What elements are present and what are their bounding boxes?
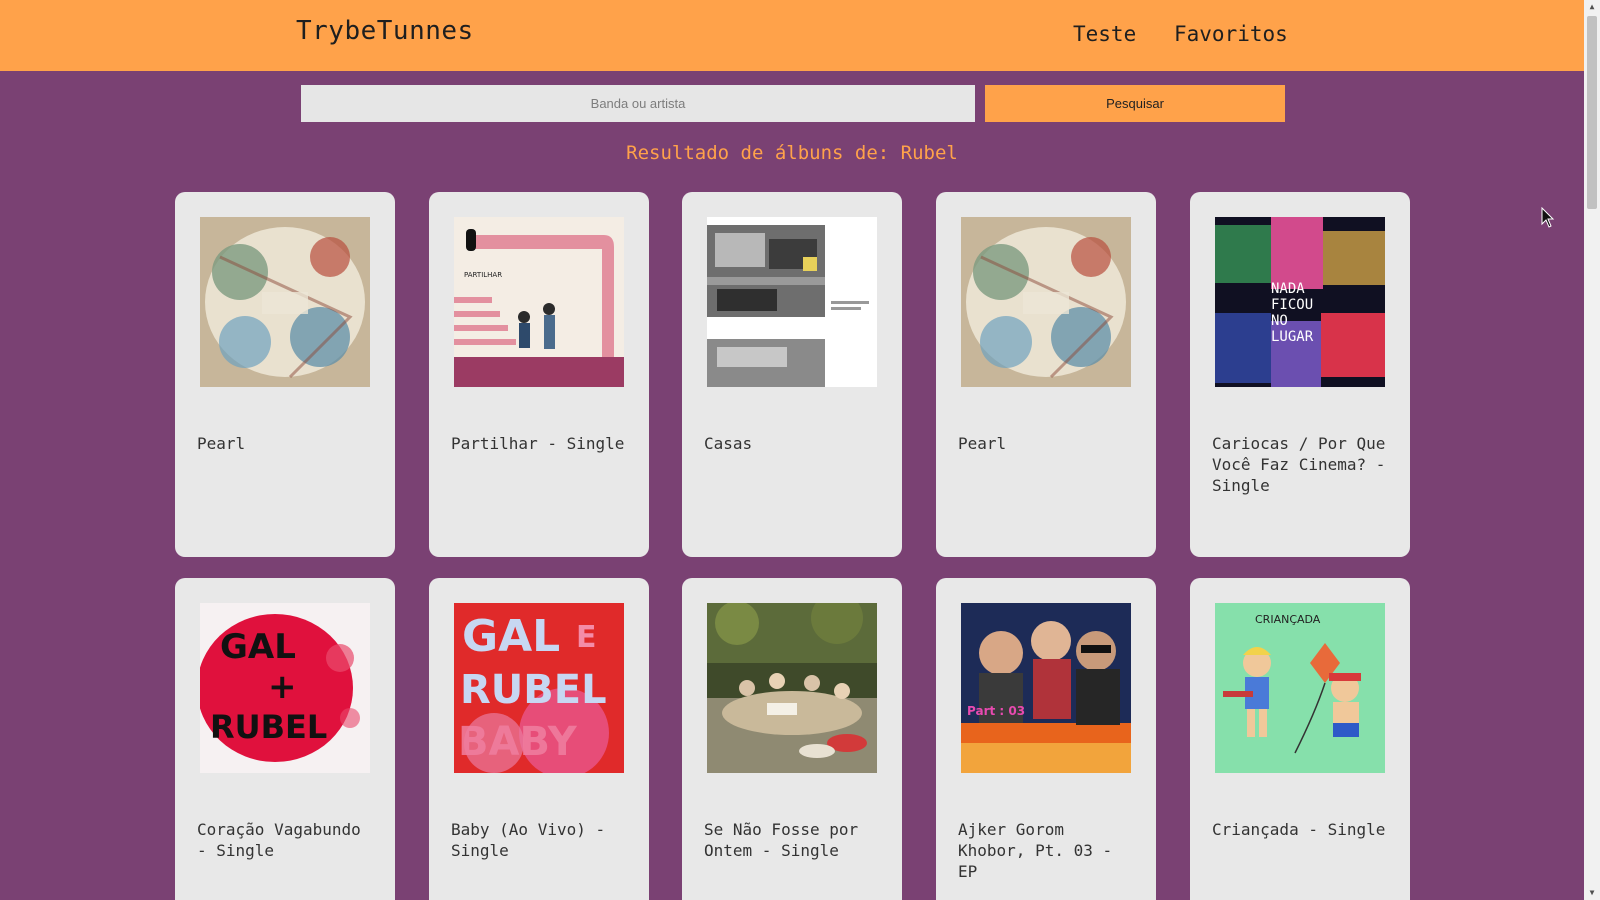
nav-link-favoritos[interactable]: Favoritos (1174, 22, 1288, 46)
album-title: Baby (Ao Vivo) - Single (451, 820, 606, 860)
scrollbar-thumb[interactable] (1587, 16, 1597, 209)
album-title: Se Não Fosse por Ontem - Single (704, 820, 859, 860)
cover-text: RUBEL (210, 708, 327, 746)
cover-text: PARTILHAR (464, 271, 502, 279)
scroll-up-arrow-icon[interactable]: ▲ (1584, 0, 1600, 14)
search-button[interactable]: Pesquisar (985, 85, 1285, 122)
album-card-pearl[interactable]: Pearl (175, 192, 395, 557)
results-title: Resultado de álbuns de: Rubel (626, 142, 958, 164)
album-card-criancada[interactable]: CRIANÇADA Criançada - Single (1190, 578, 1410, 900)
album-cover: Part : 03 (961, 603, 1131, 773)
album-card-baby[interactable]: GAL E RUBEL BABY Baby (Ao Vivo) - Single (429, 578, 649, 900)
cover-text: GAL (220, 627, 296, 667)
album-cover (707, 603, 877, 773)
album-card-ajker-gorom-khobor[interactable]: Part : 03 Ajker Gorom Khobor, Pt. 03 - E… (936, 578, 1156, 900)
mouse-cursor-icon (1541, 206, 1555, 233)
album-card-partilhar[interactable]: PARTILHAR Partilhar - Single (429, 192, 649, 557)
album-title: Ajker Gorom Khobor, Pt. 03 - EP (958, 820, 1113, 881)
brand-logo[interactable]: TrybeTunnes (296, 16, 474, 46)
album-title: Partilhar - Single (451, 434, 625, 453)
cover-text: BABY (458, 719, 578, 765)
cover-text: E (576, 620, 597, 655)
album-title: Pearl (197, 434, 246, 453)
album-cover: PARTILHAR (454, 217, 624, 387)
album-card-casas[interactable]: Casas (682, 192, 902, 557)
cover-text: Part : 03 (967, 704, 1025, 718)
cover-text: LUGAR (1271, 329, 1314, 345)
album-cover: GAL + RUBEL (200, 603, 370, 773)
scroll-down-arrow-icon[interactable]: ▼ (1584, 886, 1600, 900)
cover-text: CRIANÇADA (1255, 613, 1321, 626)
album-title: Coração Vagabundo - Single (197, 820, 361, 860)
album-title: Cariocas / Por Que Você Faz Cinema? - Si… (1212, 434, 1386, 495)
page-scrollbar[interactable]: ▲ ▼ (1584, 0, 1600, 900)
album-cover: NADA FICOU NO LUGAR (1215, 217, 1385, 387)
search-input[interactable] (301, 85, 975, 122)
album-title: Casas (704, 434, 753, 453)
app-header: TrybeTunnes Teste Favoritos (0, 0, 1584, 71)
album-cover (200, 217, 370, 387)
album-card-coracao-vagabundo[interactable]: GAL + RUBEL Coração Vagabundo - Single (175, 578, 395, 900)
album-cover: GAL E RUBEL BABY (454, 603, 624, 773)
album-cover (961, 217, 1131, 387)
cover-text: FICOU (1271, 297, 1313, 313)
nav-link-teste[interactable]: Teste (1073, 22, 1136, 46)
album-card-pearl-2[interactable]: Pearl (936, 192, 1156, 557)
cover-text: NO (1271, 313, 1288, 329)
album-card-se-nao-fosse[interactable]: Se Não Fosse por Ontem - Single (682, 578, 902, 900)
album-title: Criançada - Single (1212, 820, 1386, 839)
album-cover: CRIANÇADA (1215, 603, 1385, 773)
album-cover (707, 217, 877, 387)
cover-text: RUBEL (460, 667, 607, 713)
cover-text: NADA (1271, 281, 1305, 297)
album-title: Pearl (958, 434, 1007, 453)
cover-text: + (268, 667, 297, 707)
cover-text: GAL (462, 611, 560, 662)
album-card-cariocas[interactable]: NADA FICOU NO LUGAR Cariocas / Por Que V… (1190, 192, 1410, 557)
